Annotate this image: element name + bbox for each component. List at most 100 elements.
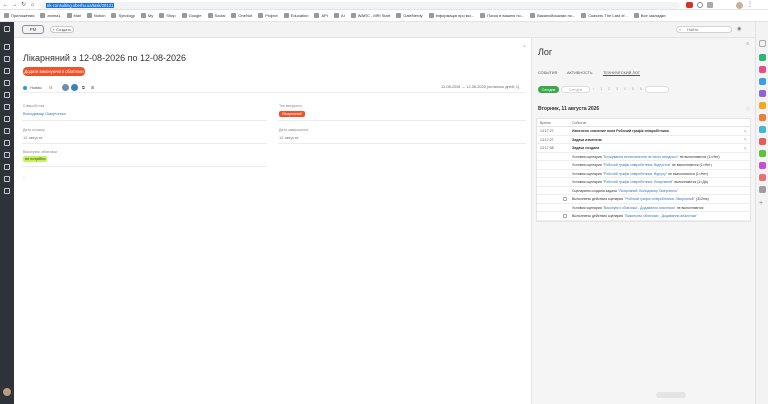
reports-icon[interactable] — [4, 116, 10, 122]
app-rose-icon[interactable] — [759, 174, 766, 181]
app-red-icon[interactable] — [759, 138, 766, 145]
bookmark-item[interactable]: Google — [181, 13, 202, 18]
search-input[interactable]: Найти — [676, 26, 732, 33]
settings-icon[interactable] — [4, 128, 10, 134]
app-green-icon[interactable] — [759, 54, 766, 61]
user-avatar[interactable] — [3, 388, 11, 396]
edit-icon[interactable]: ✎ — [744, 129, 747, 134]
bookmark-item[interactable]: Вакансійськими по... — [530, 13, 575, 18]
menu-icon[interactable] — [4, 26, 10, 32]
app-lime-icon[interactable] — [759, 150, 766, 157]
bookmark-item[interactable]: Mail — [66, 13, 81, 18]
filter-today-button[interactable]: Сегодня — [538, 86, 559, 93]
close-icon[interactable]: × — [523, 44, 526, 50]
more-fields-icon[interactable]: □ — [23, 175, 25, 180]
log-message-quote[interactable]: "Робочий графік співробітника: Лікарняни… — [624, 197, 695, 201]
bookmark-item[interactable]: My — [140, 13, 153, 18]
bookmark-item[interactable]: Все закладки — [633, 13, 666, 18]
bookmark-item[interactable]: GateNerdy — [396, 13, 423, 18]
create-button[interactable]: + Создать — [50, 26, 74, 33]
add-icon[interactable] — [4, 188, 10, 194]
bookmark-item[interactable]: Education — [283, 13, 308, 18]
app-orange2-icon[interactable] — [759, 114, 766, 121]
log-message-quote[interactable]: "Робочий графік співробітника: Лікарняни… — [603, 180, 674, 184]
calendar-icon[interactable] — [4, 68, 10, 74]
phone-icon[interactable] — [4, 176, 10, 182]
extension-icon[interactable] — [686, 2, 693, 8]
apps-icon[interactable] — [759, 40, 766, 47]
status-label[interactable]: Новая — [30, 85, 42, 90]
back-icon[interactable]: ← — [2, 2, 9, 9]
log-message-quote[interactable]: "Виконуючі обов'язки - Додавання аналіти… — [603, 206, 676, 210]
more-icon[interactable]: ··· — [177, 55, 182, 61]
bookmark-item[interactable]: Інформація про ми... — [428, 13, 474, 18]
date-picker[interactable]: Сегодня — [561, 86, 590, 93]
extension-icon[interactable] — [697, 2, 703, 8]
start-date-value[interactable]: 12 августа — [23, 135, 42, 140]
puzzle-icon[interactable] — [707, 2, 713, 8]
bookmark-item[interactable]: Поиск в вашею по... — [480, 13, 524, 18]
forward-icon[interactable]: → — [11, 2, 18, 9]
browser-menu-icon[interactable]: ⋮ — [747, 1, 753, 8]
app-logo[interactable]: PM — [22, 25, 44, 34]
add-acting-button[interactable]: Додати виконуючого обов'язки — [23, 67, 85, 76]
bookmark-item[interactable]: Приложения — [4, 13, 34, 18]
app-magenta-icon[interactable] — [759, 162, 766, 169]
watcher-avatar[interactable] — [71, 84, 78, 91]
app-cyan-icon[interactable] — [759, 126, 766, 133]
tab-activity[interactable]: АКТИВНОСТЬ — [567, 71, 592, 75]
tasks-icon[interactable] — [4, 56, 10, 62]
tag-icon[interactable]: ☷ — [49, 85, 53, 90]
app-pink-icon[interactable] — [759, 66, 766, 73]
assignee-avatar[interactable] — [62, 84, 69, 91]
settings-icon[interactable]: ⚙ — [746, 41, 750, 46]
log-message-quote[interactable]: "Робочий графік співробітника: Відгулу" — [603, 172, 667, 176]
bookmark-item[interactable]: Notion — [86, 13, 105, 18]
bookmark-item[interactable]: anima1 — [40, 13, 61, 18]
tab-tech-log[interactable]: ТЕХНИЧЕСКИЙ ЛОГ — [603, 71, 640, 76]
files-icon[interactable] — [4, 104, 10, 110]
log-message-quote[interactable]: "Лікарняний: Володимир Омерченко" — [618, 189, 678, 193]
app-gray-icon[interactable] — [759, 186, 766, 193]
chat-icon[interactable] — [4, 80, 10, 86]
bookmark-item[interactable]: OneNot — [231, 13, 252, 18]
acting-value[interactable]: не потрібно — [23, 156, 48, 162]
bookmark-item[interactable]: Скачать The Last of... — [581, 13, 628, 18]
edit-icon[interactable] — [4, 164, 10, 170]
bookmark-item[interactable]: Social — [207, 13, 225, 18]
end-date-value[interactable]: 12 августа — [279, 135, 298, 140]
address-bar[interactable]: ek-consulting.oberhu.ua/task/20121 — [40, 1, 680, 9]
attachment-icon[interactable]: ⧉ — [82, 85, 85, 90]
employee-value[interactable]: Володимир Омерченко — [23, 111, 66, 116]
info-icon[interactable]: ⓘ — [746, 106, 750, 112]
app-orange-icon[interactable] — [759, 102, 766, 109]
tab-events[interactable]: СОБЫТИЯ — [538, 71, 557, 75]
bookmark-item[interactable]: API — [314, 13, 328, 18]
tag-icon[interactable] — [4, 152, 10, 158]
star-icon[interactable]: ☆ — [170, 55, 174, 61]
inbox-icon[interactable] — [4, 44, 10, 50]
edit-icon[interactable]: ✎ — [744, 146, 747, 151]
edit-icon[interactable]: ✎ — [744, 137, 747, 142]
log-message-quote[interactable]: "Робочий графік співробітника: Відпустка… — [603, 163, 671, 167]
log-search-input[interactable] — [645, 86, 669, 93]
app-blue-icon[interactable] — [759, 78, 766, 85]
log-message-quote[interactable]: "Блокування встановлення не свого вихідн… — [603, 155, 679, 159]
app-purple-icon[interactable] — [759, 90, 766, 97]
bookmark-item[interactable]: WARC - MRI Start — [350, 13, 390, 18]
task-period[interactable]: 12-08-2026 → 12-08-2026 (осталось дней: … — [441, 85, 519, 89]
add-app-icon[interactable]: + — [759, 200, 763, 207]
contacts-icon[interactable] — [4, 92, 10, 98]
bookmark-item[interactable]: AI — [333, 13, 345, 18]
home-icon[interactable]: ⌂ — [29, 2, 36, 9]
log-message-quote[interactable]: "Виконуючі обов'язки - Додавання аналіти… — [624, 214, 697, 218]
bookmark-item[interactable]: Synology — [111, 13, 135, 18]
scrollbar[interactable] — [656, 392, 686, 398]
reload-icon[interactable]: ↻ — [20, 2, 27, 9]
link-icon[interactable]: ⊞ — [91, 85, 94, 90]
bookmark-item[interactable]: Shop — [159, 13, 176, 18]
notifications-icon[interactable]: ◉ — [737, 26, 741, 32]
type-value[interactable]: Лікарняний — [279, 111, 305, 117]
profile-avatar[interactable] — [736, 1, 743, 9]
star-icon[interactable] — [4, 140, 10, 146]
